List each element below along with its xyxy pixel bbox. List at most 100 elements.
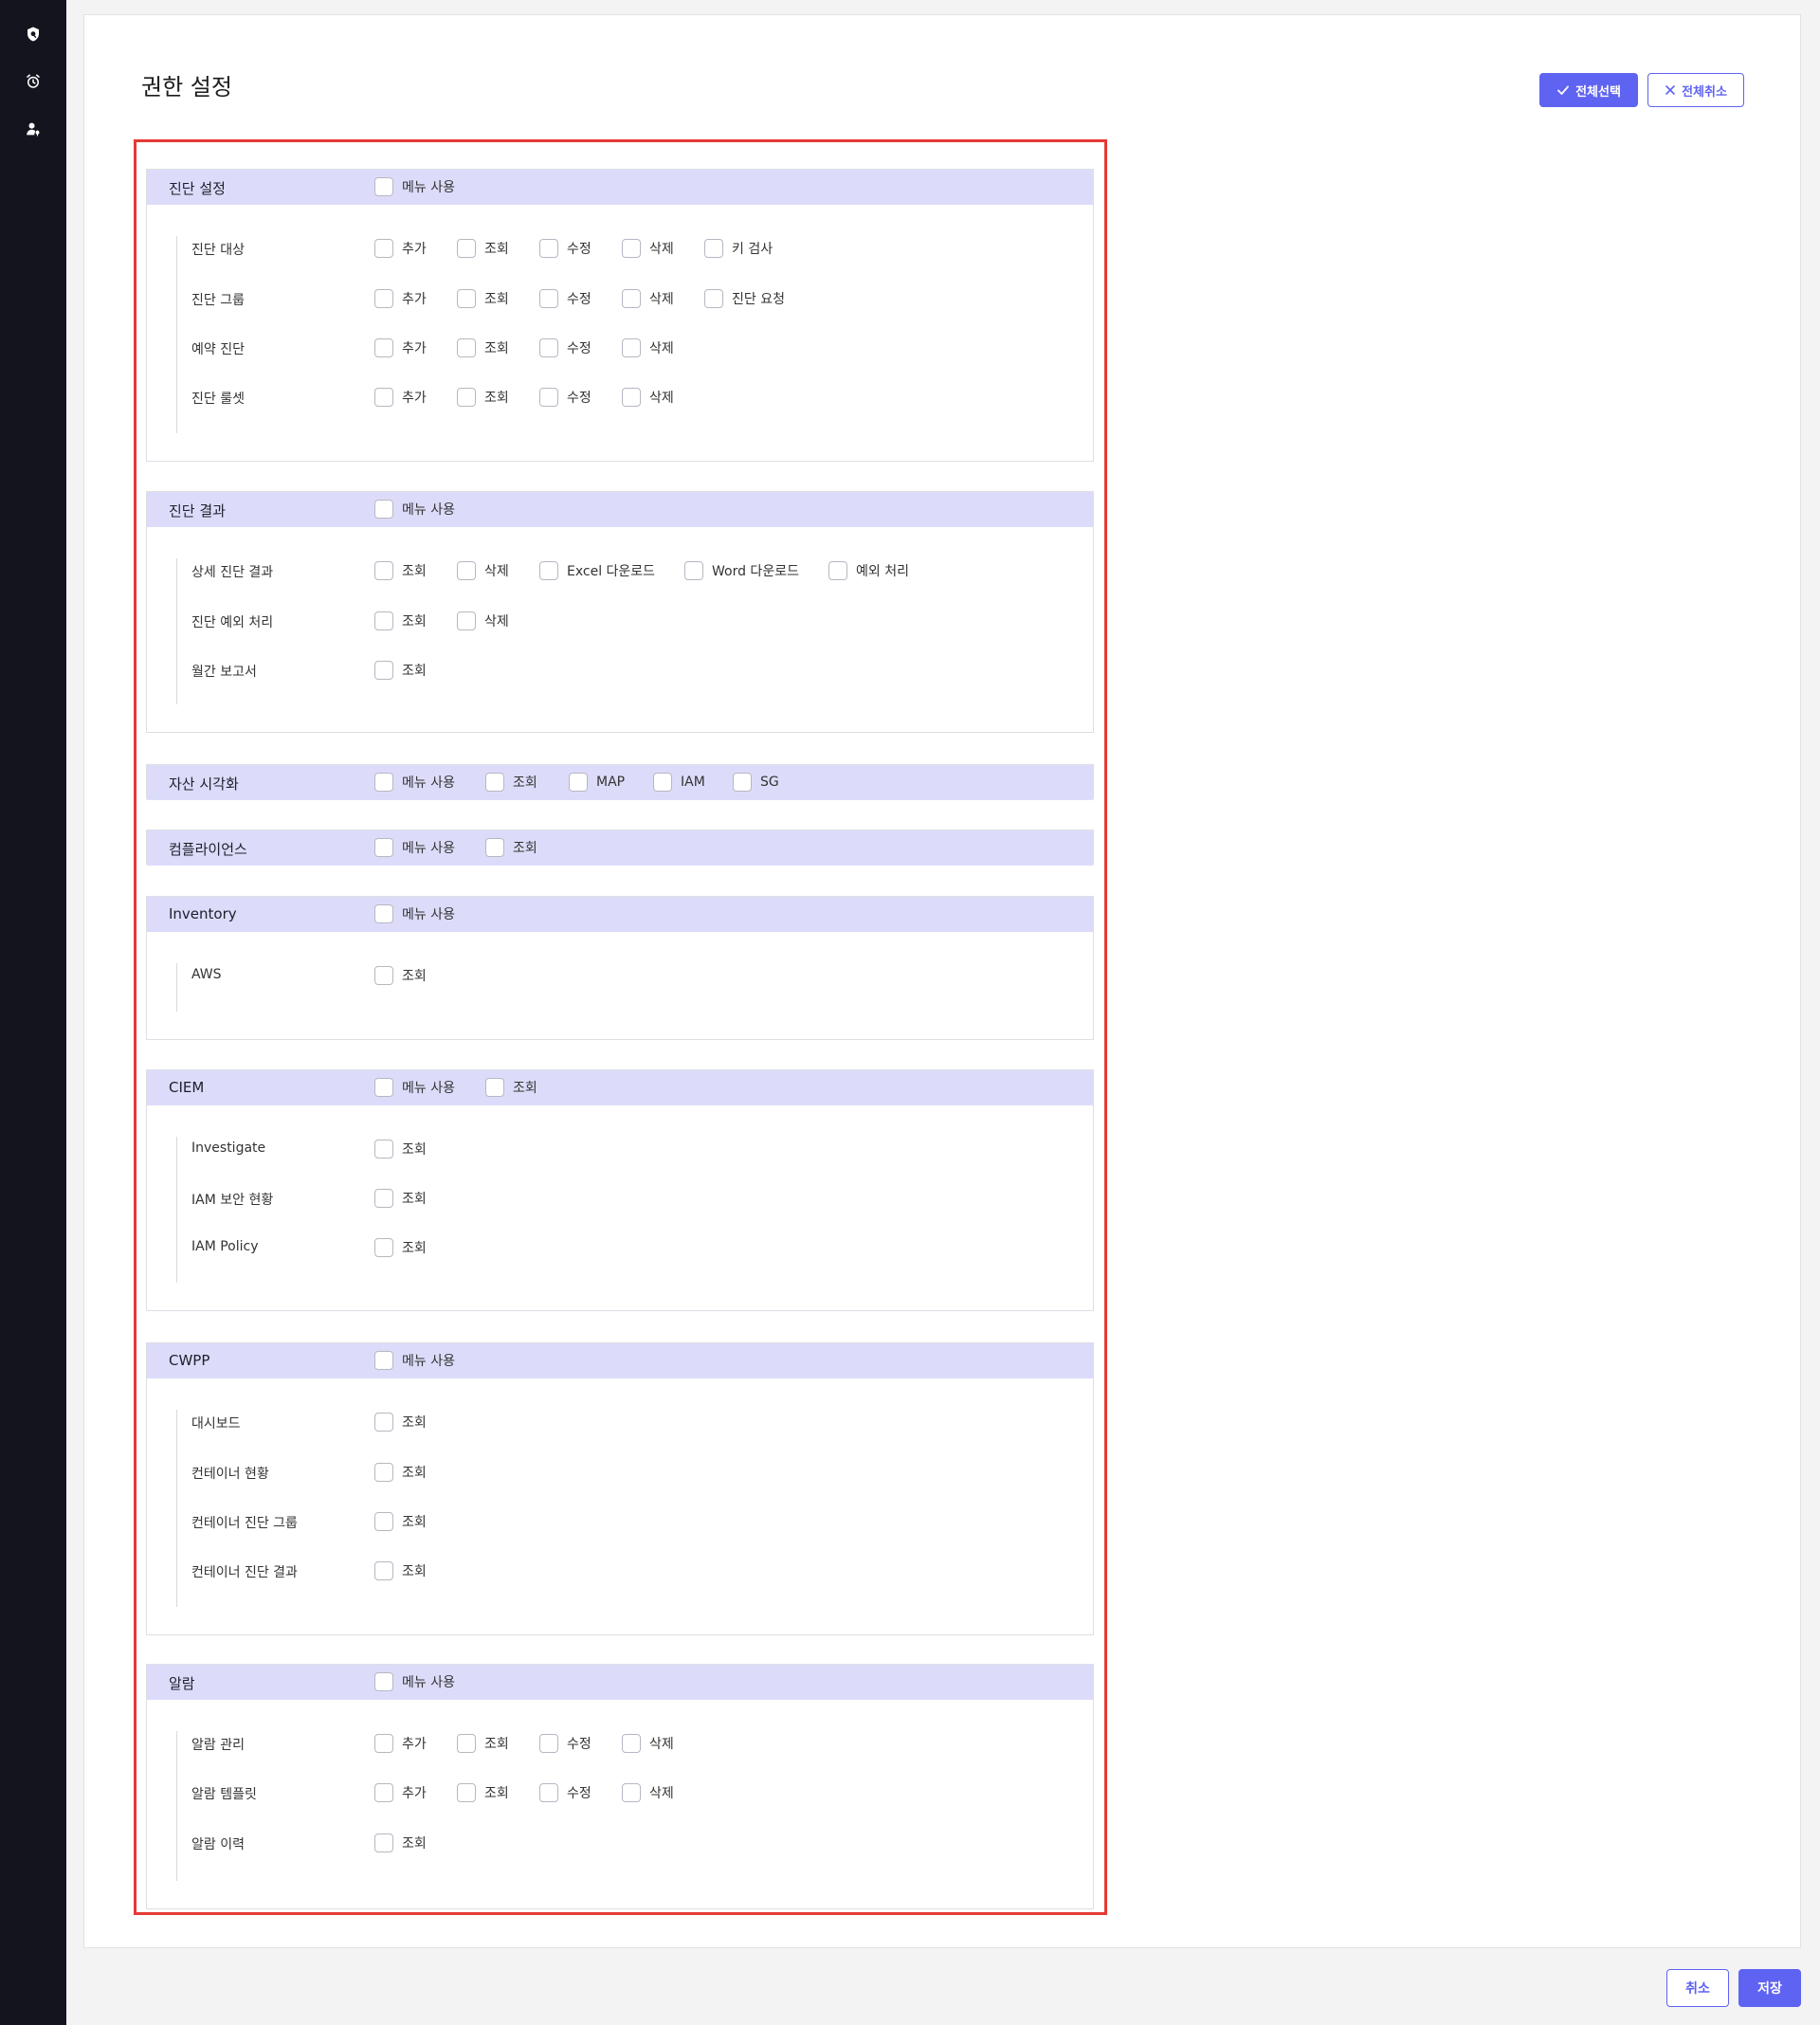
checkbox[interactable]: [622, 289, 641, 308]
checkbox[interactable]: [704, 239, 723, 258]
permission-checkbox-option[interactable]: 삭제: [457, 559, 509, 582]
checkbox[interactable]: [374, 773, 393, 792]
checkbox[interactable]: [374, 1413, 393, 1432]
checkbox[interactable]: [374, 388, 393, 407]
permission-checkbox-option[interactable]: IAM: [653, 771, 705, 794]
permission-checkbox-option[interactable]: 메뉴 사용: [374, 498, 455, 520]
permission-checkbox-option[interactable]: 추가: [374, 1781, 427, 1804]
permission-checkbox-option[interactable]: 삭제: [622, 287, 674, 310]
checkbox[interactable]: [374, 561, 393, 580]
checkbox[interactable]: [374, 661, 393, 680]
permission-checkbox-option[interactable]: 추가: [374, 386, 427, 409]
permission-checkbox-option[interactable]: 삭제: [622, 386, 674, 409]
permission-checkbox-option[interactable]: 추가: [374, 287, 427, 310]
checkbox[interactable]: [374, 289, 393, 308]
permission-checkbox-option[interactable]: 조회: [374, 1832, 427, 1854]
permission-checkbox-option[interactable]: 조회: [485, 771, 537, 794]
checkbox[interactable]: [374, 500, 393, 519]
permission-checkbox-option[interactable]: 조회: [457, 386, 509, 409]
shield-icon[interactable]: [22, 23, 45, 46]
select-all-button[interactable]: 전체선택: [1539, 73, 1638, 107]
checkbox[interactable]: [828, 561, 847, 580]
checkbox[interactable]: [733, 773, 752, 792]
permission-checkbox-option[interactable]: 메뉴 사용: [374, 1076, 455, 1099]
permission-checkbox-option[interactable]: 수정: [539, 287, 592, 310]
permission-checkbox-option[interactable]: 수정: [539, 237, 592, 260]
checkbox[interactable]: [457, 611, 476, 630]
permission-checkbox-option[interactable]: 삭제: [622, 1781, 674, 1804]
checkbox[interactable]: [539, 388, 558, 407]
checkbox[interactable]: [374, 1561, 393, 1580]
checkbox[interactable]: [374, 1351, 393, 1370]
checkbox[interactable]: [374, 611, 393, 630]
permission-checkbox-option[interactable]: 삭제: [457, 610, 509, 632]
permission-checkbox-option[interactable]: 조회: [457, 1781, 509, 1804]
permission-checkbox-option[interactable]: 추가: [374, 1732, 427, 1755]
checkbox[interactable]: [539, 239, 558, 258]
checkbox[interactable]: [457, 561, 476, 580]
checkbox[interactable]: [374, 1463, 393, 1482]
checkbox[interactable]: [622, 338, 641, 357]
permission-checkbox-option[interactable]: 삭제: [622, 337, 674, 359]
checkbox[interactable]: [374, 1672, 393, 1691]
checkbox[interactable]: [374, 904, 393, 923]
permission-checkbox-option[interactable]: 메뉴 사용: [374, 903, 455, 925]
permission-checkbox-option[interactable]: 메뉴 사용: [374, 836, 455, 859]
checkbox[interactable]: [622, 239, 641, 258]
checkbox[interactable]: [457, 289, 476, 308]
permission-checkbox-option[interactable]: MAP: [569, 771, 625, 794]
permission-checkbox-option[interactable]: 조회: [374, 964, 427, 987]
permission-checkbox-option[interactable]: Excel 다운로드: [539, 559, 655, 582]
permission-checkbox-option[interactable]: 조회: [485, 836, 537, 859]
permission-checkbox-option[interactable]: 수정: [539, 1781, 592, 1804]
checkbox[interactable]: [374, 177, 393, 196]
permission-checkbox-option[interactable]: 조회: [374, 1187, 427, 1210]
permission-checkbox-option[interactable]: Word 다운로드: [684, 559, 799, 582]
permission-checkbox-option[interactable]: 메뉴 사용: [374, 1349, 455, 1372]
permission-checkbox-option[interactable]: 조회: [457, 1732, 509, 1755]
checkbox[interactable]: [569, 773, 588, 792]
checkbox[interactable]: [374, 1833, 393, 1852]
permission-checkbox-option[interactable]: 삭제: [622, 237, 674, 260]
checkbox[interactable]: [374, 1783, 393, 1802]
permission-checkbox-option[interactable]: 메뉴 사용: [374, 175, 455, 198]
permission-checkbox-option[interactable]: 키 검사: [704, 237, 773, 260]
checkbox[interactable]: [539, 561, 558, 580]
checkbox[interactable]: [374, 1140, 393, 1158]
checkbox[interactable]: [539, 338, 558, 357]
checkbox[interactable]: [374, 239, 393, 258]
cancel-button[interactable]: 취소: [1666, 1969, 1729, 2007]
permission-checkbox-option[interactable]: 추가: [374, 237, 427, 260]
checkbox[interactable]: [374, 1734, 393, 1753]
checkbox[interactable]: [374, 1189, 393, 1208]
checkbox[interactable]: [539, 1783, 558, 1802]
permission-checkbox-option[interactable]: 수정: [539, 337, 592, 359]
checkbox[interactable]: [374, 1512, 393, 1531]
user-key-icon[interactable]: [22, 118, 45, 140]
permission-checkbox-option[interactable]: 조회: [374, 1411, 427, 1433]
checkbox[interactable]: [374, 838, 393, 857]
checkbox[interactable]: [457, 388, 476, 407]
checkbox[interactable]: [374, 1238, 393, 1257]
permission-checkbox-option[interactable]: 수정: [539, 1732, 592, 1755]
permission-checkbox-option[interactable]: 메뉴 사용: [374, 1670, 455, 1693]
permission-checkbox-option[interactable]: 조회: [457, 337, 509, 359]
permission-checkbox-option[interactable]: 삭제: [622, 1732, 674, 1755]
checkbox[interactable]: [653, 773, 672, 792]
checkbox[interactable]: [622, 388, 641, 407]
checkbox[interactable]: [539, 289, 558, 308]
checkbox[interactable]: [374, 1078, 393, 1097]
clear-all-button[interactable]: 전체취소: [1647, 73, 1744, 107]
permission-checkbox-option[interactable]: 조회: [374, 1461, 427, 1484]
permission-checkbox-option[interactable]: 조회: [374, 1236, 427, 1259]
checkbox[interactable]: [704, 289, 723, 308]
alarm-clock-icon[interactable]: [22, 70, 45, 93]
permission-checkbox-option[interactable]: 조회: [374, 1560, 427, 1582]
checkbox[interactable]: [457, 338, 476, 357]
checkbox[interactable]: [485, 1078, 504, 1097]
permission-checkbox-option[interactable]: 조회: [374, 1510, 427, 1533]
checkbox[interactable]: [374, 338, 393, 357]
checkbox[interactable]: [457, 1783, 476, 1802]
checkbox[interactable]: [539, 1734, 558, 1753]
permission-checkbox-option[interactable]: 조회: [374, 659, 427, 682]
